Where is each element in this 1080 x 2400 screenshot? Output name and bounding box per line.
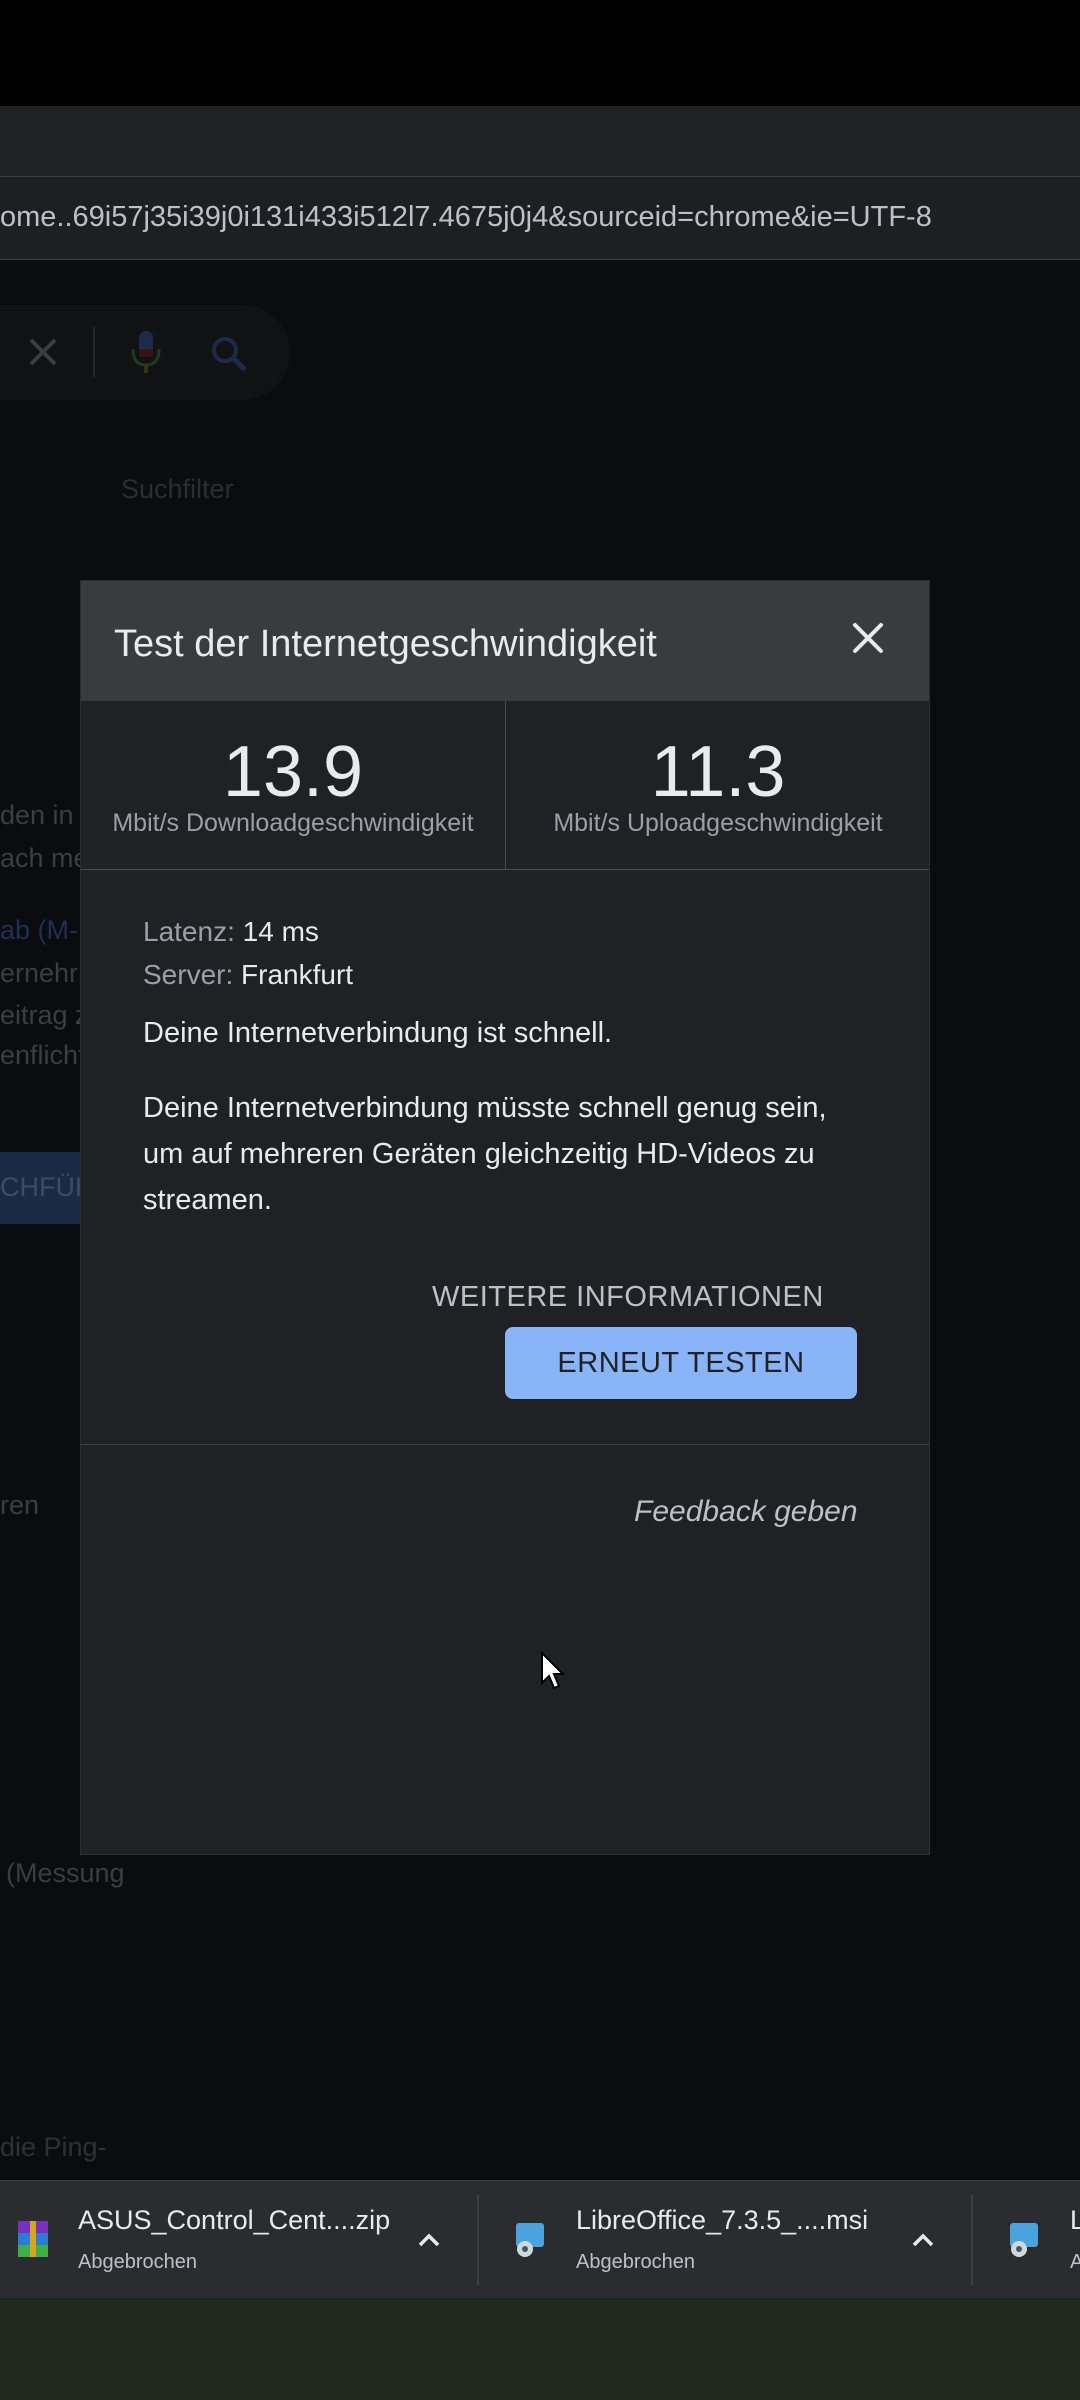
search-filter-label[interactable]: Suchfilter: [121, 474, 234, 505]
download-item[interactable]: L A: [974, 2181, 1080, 2299]
more-info-link[interactable]: WEITERE INFORMATIONEN: [432, 1281, 824, 1314]
mouse-pointer-icon: [540, 1650, 566, 1696]
upload-speed-label: Mbit/s Uploadgeschwindigkeit: [553, 809, 883, 837]
download-item[interactable]: LibreOffice_7.3.5_....msi Abgebrochen: [480, 2181, 970, 2299]
msi-installer-icon: [512, 2219, 548, 2264]
bg-fragment: ach me: [0, 843, 89, 873]
speed-results: 13.9 Mbit/s Downloadgeschwindigkeit 11.3…: [81, 701, 929, 870]
dialog-title: Test der Internetgeschwindigkeit: [114, 623, 657, 665]
server-label: Server:: [143, 959, 234, 990]
download-speed-value: 13.9: [222, 732, 364, 812]
speed-test-dialog: Test der Internetgeschwindigkeit 13.9 Mb…: [81, 581, 929, 1854]
latency-line: Latenz: 14 ms: [143, 916, 319, 948]
bg-fragment: eitrag z: [0, 1000, 89, 1030]
download-speed-label: Mbit/s Downloadgeschwindigkeit: [112, 809, 474, 837]
tab-strip: [0, 106, 1080, 176]
search-icon[interactable]: [210, 335, 248, 378]
download-bar: ASUS_Control_Cent....zip Abgebrochen Lib…: [0, 2180, 1080, 2299]
bg-fragment: (Messung: [6, 1858, 125, 1888]
address-bar[interactable]: ome..69i57j35i39j0i131i433i512l7.4675j0j…: [0, 176, 1080, 260]
close-icon[interactable]: [843, 613, 893, 663]
retest-button[interactable]: ERNEUT TESTEN: [505, 1327, 857, 1399]
bg-fragment: ernehr: [0, 958, 79, 988]
winrar-archive-icon: [16, 2219, 50, 2264]
download-filename: L: [1070, 2205, 1080, 2235]
download-item[interactable]: ASUS_Control_Cent....zip Abgebrochen: [0, 2181, 476, 2299]
download-status: Abgebrochen: [78, 2251, 197, 2273]
bg-fragment: ab (M-: [0, 915, 79, 945]
chevron-up-icon[interactable]: [414, 2225, 444, 2260]
dialog-divider: [81, 1444, 929, 1445]
latency-label: Latenz:: [143, 916, 235, 947]
connection-description: Deine Internetverbindung müsste schnell …: [143, 1092, 827, 1216]
connection-status: Deine Internetverbindung ist schnell.: [143, 1017, 613, 1049]
download-separator: [477, 2195, 479, 2285]
bg-fragment: enflicht: [0, 1040, 86, 1070]
top-black-strip: [0, 0, 1080, 106]
clear-icon[interactable]: [26, 335, 60, 374]
download-separator: [971, 2195, 973, 2285]
upload-speed-value: 11.3: [650, 732, 786, 812]
server-value: Frankfurt: [241, 959, 354, 990]
url-text[interactable]: ome..69i57j35i39j0i131i433i512l7.4675j0j…: [0, 201, 932, 234]
latency-value: 14 ms: [242, 916, 319, 947]
download-filename: ASUS_Control_Cent....zip: [78, 2205, 391, 2235]
bg-button[interactable]: CHFÜH: [0, 1152, 95, 1224]
bg-fragment: die Ping-: [0, 2132, 107, 2162]
download-filename: LibreOffice_7.3.5_....msi: [576, 2205, 869, 2235]
feedback-link[interactable]: Feedback geben: [634, 1495, 858, 1529]
download-result: 13.9 Mbit/s Downloadgeschwindigkeit: [81, 701, 505, 869]
bg-fragment: ren: [0, 1490, 40, 1520]
divider: [93, 327, 95, 377]
download-status: Abgebrochen: [576, 2251, 695, 2273]
server-line: Server: Frankfurt: [143, 959, 353, 991]
chevron-up-icon[interactable]: [908, 2225, 938, 2260]
microphone-icon[interactable]: [128, 329, 164, 380]
search-box[interactable]: [0, 305, 290, 400]
bg-fragment: den in: [0, 800, 74, 830]
dialog-header: Test der Internetgeschwindigkeit: [81, 581, 929, 701]
taskbar-strip: [0, 2298, 1080, 2400]
download-status: A: [1070, 2251, 1080, 2273]
msi-installer-icon: [1006, 2219, 1042, 2264]
upload-result: 11.3 Mbit/s Uploadgeschwindigkeit: [505, 701, 930, 869]
